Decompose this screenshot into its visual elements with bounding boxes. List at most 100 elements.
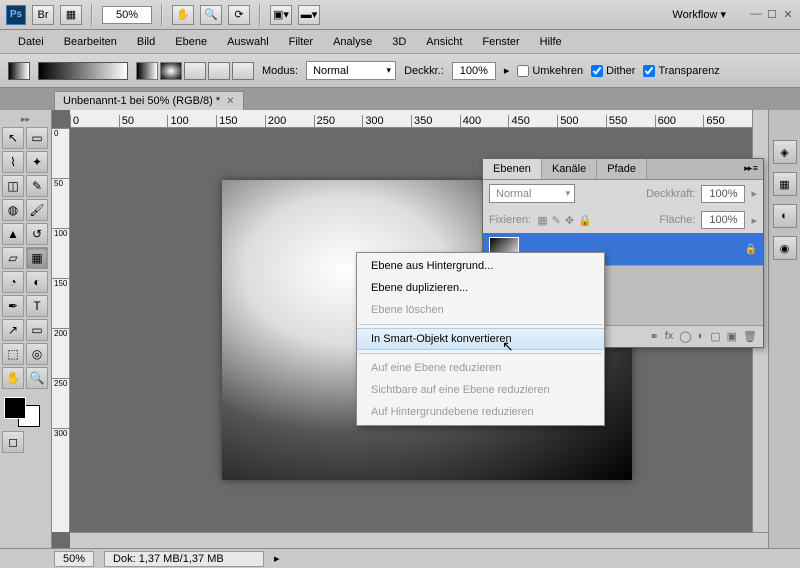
horizontal-scrollbar[interactable] [70,532,768,548]
document-tab[interactable]: Unbenannt-1 bei 50% (RGB/8) * ✕ [54,91,244,110]
menu-bearbeiten[interactable]: Bearbeiten [56,33,125,51]
deckkraft-label: Deckkraft: [646,188,696,200]
eyedropper-tool[interactable]: ✎ [26,175,48,197]
rotate-view-icon[interactable]: ⟳ [228,5,250,25]
stamp-tool[interactable]: ▲ [2,223,24,245]
tab-kanaele[interactable]: Kanäle [542,159,597,179]
color-swatches[interactable] [2,395,42,429]
zoom-level[interactable]: 50% [102,6,152,24]
arrow-icon[interactable]: ▸ [751,187,757,200]
layer-fill-field[interactable]: 100% [701,211,745,229]
wand-tool[interactable]: ✦ [26,151,48,173]
menu-analyse[interactable]: Analyse [325,33,380,51]
status-docinfo[interactable]: Dok: 1,37 MB/1,37 MB [104,551,264,567]
bridge-button[interactable]: Br [32,5,54,25]
layer-mask-icon[interactable]: ◯ [679,330,691,343]
options-bar: Modus: Normal Deckkr.: 100% ▸ Umkehren D… [0,54,800,88]
lock-position-icon[interactable]: ✥ [565,214,574,227]
eraser-tool[interactable]: ▱ [2,247,24,269]
screen-mode-button[interactable]: ▦ [60,5,82,25]
adjustments-dock-icon[interactable]: ◐ [773,204,797,228]
ctx-smart-objekt-konvertieren[interactable]: In Smart-Objekt konvertieren [357,328,604,350]
delete-layer-icon[interactable]: 🗑 [743,330,757,343]
minimize-button[interactable]: — [750,8,762,21]
gradient-preview[interactable] [38,62,128,80]
pen-tool[interactable]: ✒ [2,295,24,317]
camera-tool[interactable]: ◎ [26,343,48,365]
panel-menu-icon[interactable]: ▸▸ ≡ [738,159,763,179]
menu-bar: Datei Bearbeiten Bild Ebene Auswahl Filt… [0,30,800,54]
menu-hilfe[interactable]: Hilfe [532,33,570,51]
history-brush-tool[interactable]: ↺ [26,223,48,245]
path-tool[interactable]: ↗ [2,319,24,341]
heal-tool[interactable]: ◍ [2,199,24,221]
maximize-button[interactable]: ☐ [766,8,778,21]
marquee-tool[interactable]: ▭ [26,127,48,149]
lock-transparency-icon[interactable]: ▦ [537,214,547,227]
3d-tool[interactable]: ⬚ [2,343,24,365]
ctx-ebene-aus-hintergrund[interactable]: Ebene aus Hintergrund... [357,255,604,277]
hand-tool-icon[interactable]: ✋ [172,5,194,25]
tab-ebenen[interactable]: Ebenen [483,159,542,179]
type-tool[interactable]: T [26,295,48,317]
arrow-icon[interactable]: ▸ [504,64,510,77]
menu-datei[interactable]: Datei [10,33,52,51]
close-tab-icon[interactable]: ✕ [226,96,234,107]
foreground-color[interactable] [4,397,26,419]
swatches-dock-icon[interactable]: ▦ [773,172,797,196]
layers-dock-icon[interactable]: ◈ [773,140,797,164]
transparenz-checkbox[interactable]: Transparenz [643,65,719,77]
menu-ansicht[interactable]: Ansicht [418,33,470,51]
blur-tool[interactable]: ◔ [2,271,24,293]
menu-auswahl[interactable]: Auswahl [219,33,277,51]
screen-mode-dropdown[interactable]: ▬▾ [298,5,320,25]
zoom-tool[interactable]: 🔍 [26,367,48,389]
blend-mode-dropdown[interactable]: Normal [306,61,396,80]
dodge-tool[interactable]: ◐ [26,271,48,293]
layer-opacity-field[interactable]: 100% [701,185,745,203]
panel-tabs: Ebenen Kanäle Pfade ▸▸ ≡ [483,159,763,180]
hand-tool[interactable]: ✋ [2,367,24,389]
shape-tool[interactable]: ▭ [26,319,48,341]
layer-blend-dropdown[interactable]: Normal [489,184,575,203]
workspace-switcher[interactable]: Workflow ▾ [662,5,736,24]
layer-group-icon[interactable]: ▢ [710,330,720,343]
link-layers-icon[interactable]: ⚭ [649,330,658,343]
camera-dock-icon[interactable]: ◉ [773,236,797,260]
lock-paint-icon[interactable]: ✎ [552,214,561,227]
tab-pfade[interactable]: Pfade [597,159,647,179]
zoom-tool-icon[interactable]: 🔍 [200,5,222,25]
umkehren-checkbox[interactable]: Umkehren [517,65,583,77]
new-layer-icon[interactable]: ▣ [727,330,737,343]
quickmask-button[interactable]: ◻ [2,431,24,453]
ctx-auf-ebene-reduzieren: Auf eine Ebene reduzieren [357,357,604,379]
ctx-ebene-duplizieren[interactable]: Ebene duplizieren... [357,277,604,299]
menu-fenster[interactable]: Fenster [474,33,527,51]
layer-fx-icon[interactable]: fx [665,330,674,343]
tool-preset-picker[interactable] [8,62,30,80]
dither-checkbox[interactable]: Dither [591,65,635,77]
separator [259,4,261,26]
lock-all-icon[interactable]: 🔒 [578,214,592,227]
radial-gradient-icon[interactable] [160,62,182,80]
move-tool[interactable]: ↖ [2,127,24,149]
crop-tool[interactable]: ◫ [2,175,24,197]
status-arrow-icon[interactable]: ▸ [274,552,280,565]
lasso-tool[interactable]: ⌇ [2,151,24,173]
diamond-gradient-icon[interactable] [232,62,254,80]
menu-filter[interactable]: Filter [281,33,321,51]
adjustment-layer-icon[interactable]: ◐ [698,330,705,343]
menu-bild[interactable]: Bild [129,33,163,51]
opacity-field[interactable]: 100% [452,62,496,80]
status-zoom[interactable]: 50% [54,551,94,567]
menu-3d[interactable]: 3D [384,33,414,51]
menu-ebene[interactable]: Ebene [167,33,215,51]
angle-gradient-icon[interactable] [184,62,206,80]
brush-tool[interactable]: 🖌 [26,199,48,221]
close-button[interactable]: ✕ [782,8,794,21]
reflected-gradient-icon[interactable] [208,62,230,80]
arrow-icon[interactable]: ▸ [751,214,757,227]
arrange-docs-button[interactable]: ▣▾ [270,5,292,25]
gradient-tool[interactable]: ▦ [26,247,48,269]
linear-gradient-icon[interactable] [136,62,158,80]
